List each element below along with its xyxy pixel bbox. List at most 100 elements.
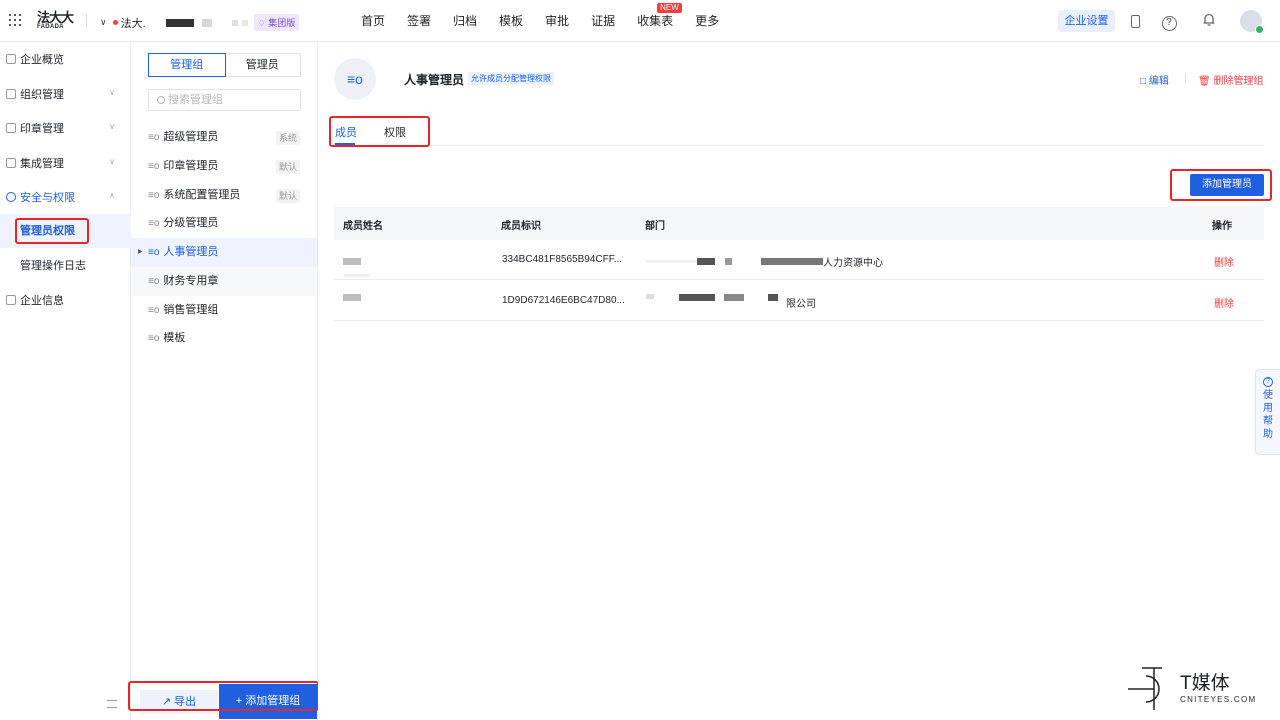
delete-group-button[interactable]: 🗑 删除管理组 (1198, 72, 1263, 87)
group-icon: ≡о (148, 247, 160, 258)
nav-sign[interactable]: 签署 (407, 0, 431, 42)
delete-member-button[interactable]: 删除 (1214, 254, 1234, 269)
redacted-text (165, 18, 194, 27)
redacted-text (231, 19, 238, 26)
enterprise-icon (6, 295, 16, 305)
watermark-logo-icon (1128, 667, 1162, 710)
verified-icon (1255, 25, 1264, 34)
chevron-down-icon: ∨ (100, 17, 107, 27)
group-icon: ≡о (148, 276, 160, 287)
search-group-input[interactable]: 搜索管理组 (148, 89, 301, 111)
edit-icon: □ (1140, 76, 1147, 87)
redacted-dept (697, 258, 715, 265)
help-icon[interactable]: ? (1160, 12, 1178, 31)
watermark-en: CNITEYES.COM (1180, 695, 1257, 704)
search-icon (157, 96, 165, 104)
tab-admin[interactable]: 管理员 (225, 54, 301, 76)
collapse-sidebar-icon[interactable] (107, 700, 117, 708)
sidebar-item-organization[interactable]: 组织管理 ∨ (0, 77, 131, 111)
group-item-finance-seal[interactable]: ≡о 财务专用章 (131, 267, 317, 296)
column-member-id: 成员标识 (501, 221, 541, 232)
company-switcher[interactable]: ∨ 法大. ♢ 集团版 (100, 14, 300, 31)
sidebar: 企业概览 组织管理 ∨ 印章管理 ∨ 集成管理 ∨ 安全与权限 ∧ 管理员权限 … (0, 42, 131, 720)
group-item-tiered-admin[interactable]: ≡о 分级管理员 (131, 209, 317, 238)
table-row: 1D9D672146E6BC47D80... 限公司 删除 (334, 281, 1264, 321)
app-grid-icon[interactable] (9, 14, 21, 26)
group-icon: ≡о (148, 218, 160, 229)
help-float-button[interactable]: ? 使用帮助 (1255, 369, 1280, 455)
group-name: 系统配置管理员 (163, 189, 241, 201)
group-item-seal-admin[interactable]: ≡о 印章管理员 默认 (131, 152, 317, 181)
group-item-template[interactable]: ≡о 模板 (131, 324, 317, 353)
bell-icon[interactable] (1200, 12, 1218, 30)
logo-cn-text: 法大大 (37, 10, 74, 25)
group-tag: 系统 (275, 131, 300, 145)
group-name: 印章管理员 (163, 160, 219, 172)
redacted-name (343, 294, 361, 301)
table-row: 334BC481F8565B94CFF... 人力资源中心 删除 (334, 240, 1264, 280)
highlight-box (329, 116, 430, 147)
tab-admin-group[interactable]: 管理组 (148, 53, 226, 77)
overview-icon (6, 54, 16, 64)
group-icon: ≡о (148, 190, 160, 201)
redacted-dept (646, 260, 696, 263)
redacted-dept (761, 258, 823, 265)
nav-home[interactable]: 首页 (361, 0, 385, 42)
sidebar-item-integration[interactable]: 集成管理 ∨ (0, 146, 131, 180)
sidebar-item-label: 安全与权限 (20, 192, 75, 204)
group-item-sales[interactable]: ≡о 销售管理组 (131, 296, 317, 325)
permission-badge: 允许成员分配管理权限 (468, 72, 554, 85)
top-bar: 法大大 FADADA ∨ 法大. ♢ 集团版 首页 签署 归档 模板 审批 证据… (0, 0, 1280, 42)
sidebar-item-admin-log[interactable]: 管理操作日志 (0, 249, 131, 283)
delete-member-button[interactable]: 删除 (1214, 295, 1234, 310)
nav-archive[interactable]: 归档 (453, 0, 477, 42)
mobile-icon[interactable] (1126, 12, 1144, 30)
divider (1185, 73, 1186, 83)
enterprise-settings-button[interactable]: 企业设置 (1058, 10, 1115, 32)
sidebar-item-seal[interactable]: 印章管理 ∨ (0, 111, 131, 145)
shield-icon (6, 192, 16, 202)
watermark: T媒体 CNITEYES.COM (1128, 660, 1278, 715)
sidebar-item-label: 企业概览 (20, 54, 64, 66)
edit-button[interactable]: □ 编辑 (1140, 72, 1169, 87)
group-item-hr-admin[interactable]: ▶ ≡о 人事管理员 (131, 238, 317, 267)
nav-more[interactable]: 更多 (695, 0, 719, 42)
group-name: 销售管理组 (163, 304, 219, 316)
redacted-dept (646, 294, 654, 299)
redacted-dept (725, 258, 732, 265)
nav-collection-form[interactable]: 收集表 NEW (637, 0, 682, 42)
user-avatar[interactable] (1240, 10, 1264, 34)
trash-icon: 🗑 (1198, 76, 1211, 87)
group-item-system-config-admin[interactable]: ≡о 系统配置管理员 默认 (131, 181, 317, 210)
group-name: 模板 (163, 332, 186, 344)
group-item-super-admin[interactable]: ≡о 超级管理员 系统 (131, 123, 317, 152)
help-float-label: 使用帮助 (1263, 390, 1273, 440)
group-name: 财务专用章 (163, 275, 219, 287)
group-edition-badge: ♢ 集团版 (253, 14, 300, 31)
new-badge: NEW (657, 3, 682, 13)
company-name: 法大. (120, 17, 146, 30)
column-action: 操作 (1212, 221, 1232, 232)
member-id: 1D9D672146E6BC47D80... (502, 295, 625, 306)
sidebar-item-overview[interactable]: 企业概览 (0, 42, 131, 76)
group-admin-switch: 管理组 管理员 (148, 53, 301, 77)
group-name: 超级管理员 (163, 131, 219, 143)
nav-collection-form-label: 收集表 (637, 14, 674, 28)
fadada-logo[interactable]: 法大大 FADADA (37, 10, 74, 30)
sidebar-item-security[interactable]: 安全与权限 ∧ (0, 180, 131, 214)
sidebar-item-label: 企业信息 (20, 295, 64, 307)
group-icon: ≡о (148, 161, 160, 172)
department-name: 限公司 (786, 299, 816, 310)
nav-approval[interactable]: 审批 (545, 0, 569, 42)
sidebar-item-enterprise-info[interactable]: 企业信息 (0, 283, 131, 317)
redacted-text (241, 19, 248, 26)
group-badge-label: 集团版 (268, 18, 296, 28)
chevron-down-icon: ∨ (109, 157, 115, 166)
nav-evidence[interactable]: 证据 (591, 0, 615, 42)
sidebar-item-label: 集成管理 (20, 158, 64, 170)
watermark-cn: T媒体 (1180, 673, 1230, 694)
department-name: 人力资源中心 (823, 258, 883, 269)
group-avatar-icon: ≡о (334, 58, 376, 100)
nav-template[interactable]: 模板 (499, 0, 523, 42)
caret-right-icon: ▶ (138, 249, 143, 255)
